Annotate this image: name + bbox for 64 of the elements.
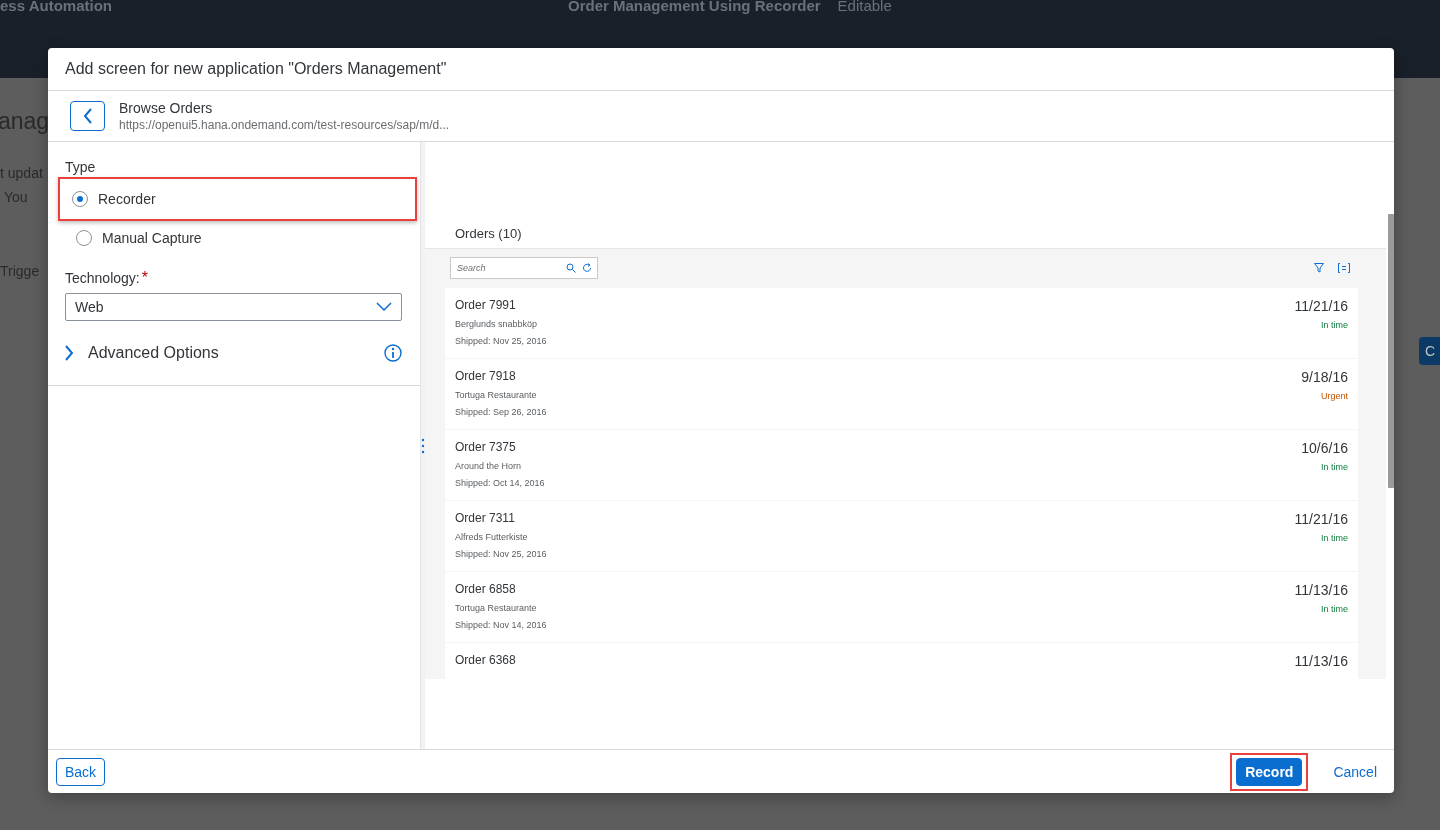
screen-title: Browse Orders	[119, 100, 214, 116]
order-row[interactable]: Order 7991 Berglunds snabbköp Shipped: Nov 25, 2016 11/21/16 In time	[445, 288, 1358, 358]
type-label: Type	[65, 160, 97, 174]
background-button[interactable]: C	[1419, 337, 1440, 365]
back-button[interactable]: Back	[56, 757, 106, 786]
search-icon[interactable]	[566, 262, 576, 273]
shipped-date: Shipped: Nov 25, 2016	[455, 549, 547, 559]
shipped-date: Shipped: Nov 25, 2016	[455, 336, 547, 346]
status-text: Editable	[837, 0, 892, 14]
order-date: 9/18/16	[1301, 369, 1348, 385]
record-button[interactable]: Record	[1236, 757, 1303, 786]
radio-button[interactable]	[72, 191, 88, 207]
advanced-options-toggle[interactable]: Advanced Options	[48, 321, 420, 386]
refresh-icon[interactable]	[582, 262, 592, 273]
order-date: 11/21/16	[1294, 298, 1348, 314]
order-row[interactable]: Order 7311 Alfreds Futterkiste Shipped: Nov 25, 2016 11/21/16 In time	[445, 501, 1358, 571]
order-date: 11/13/16	[1294, 582, 1348, 598]
order-title: Order 6368	[455, 653, 516, 667]
info-icon[interactable]	[384, 344, 402, 362]
required-mark: *	[141, 269, 148, 286]
order-row[interactable]: Order 7918 Tortuga Restaurante Shipped: Sep 26, 2016 9/18/16 Urgent	[445, 359, 1358, 429]
chevron-left-icon	[82, 108, 93, 124]
customer-name: Around the Horn	[455, 461, 522, 471]
back-button[interactable]	[70, 101, 105, 131]
customer-name: Tortuga Restaurante	[455, 603, 537, 613]
search-field[interactable]: Search	[450, 256, 598, 279]
screen-url: https://openui5.hana.ondemand.com/test-resources/sap/m/d...	[119, 118, 450, 132]
radio-option[interactable]: Manual Capture	[48, 221, 420, 255]
order-title: Order 7918	[455, 369, 516, 383]
shipped-date: Shipped: Sep 26, 2016	[455, 407, 547, 417]
splitter-handle-icon[interactable]	[421, 437, 425, 454]
order-title: Order 7311	[455, 511, 515, 525]
order-row[interactable]: Order 6858 Tortuga Restaurante Shipped: Nov 14, 2016 11/13/16 In time	[445, 572, 1358, 642]
technology-select[interactable]: Web	[65, 293, 402, 321]
order-title: Order 7375	[455, 440, 516, 454]
order-date: 11/13/16	[1294, 653, 1348, 669]
order-title: Order 7991	[455, 298, 516, 312]
customer-name: Tortuga Restaurante	[455, 390, 537, 400]
dialog-title: Add screen for new application "Orders Management"	[65, 60, 447, 78]
order-status: In time	[1321, 462, 1348, 472]
customer-name: Alfreds Futterkiste	[455, 532, 528, 542]
order-title: Order 6858	[455, 582, 516, 596]
page-title: Order Management Using Recorder	[568, 0, 821, 14]
radio-button[interactable]	[76, 230, 92, 246]
order-status: In time	[1321, 533, 1348, 543]
shipped-date: Shipped: Nov 14, 2016	[455, 620, 547, 630]
radio-option[interactable]: Recorder	[58, 177, 417, 221]
order-status: In time	[1321, 320, 1348, 330]
order-date: 10/6/16	[1301, 440, 1348, 456]
order-status: Urgent	[1321, 391, 1348, 401]
order-row[interactable]: Order 7375 Around the Horn Shipped: Oct 14, 2016 10/6/16 In time	[445, 430, 1358, 500]
shipped-date: Shipped: Oct 14, 2016	[455, 478, 545, 488]
customer-name: Berglunds snabbköp	[455, 319, 538, 329]
chevron-right-icon	[64, 345, 74, 361]
chevron-down-icon	[376, 302, 392, 312]
list-title: Orders (10)	[455, 225, 522, 241]
group-icon[interactable]	[1338, 262, 1350, 273]
app-title: ess Automation	[0, 0, 113, 14]
order-status: In time	[1321, 604, 1348, 614]
order-date: 11/21/16	[1294, 511, 1348, 527]
technology-label: Technology:*	[65, 269, 149, 287]
scrollbar-thumb[interactable]	[1388, 214, 1394, 488]
filter-icon[interactable]	[1314, 262, 1324, 273]
order-row[interactable]: Order 6368 11/13/16	[445, 643, 1358, 679]
